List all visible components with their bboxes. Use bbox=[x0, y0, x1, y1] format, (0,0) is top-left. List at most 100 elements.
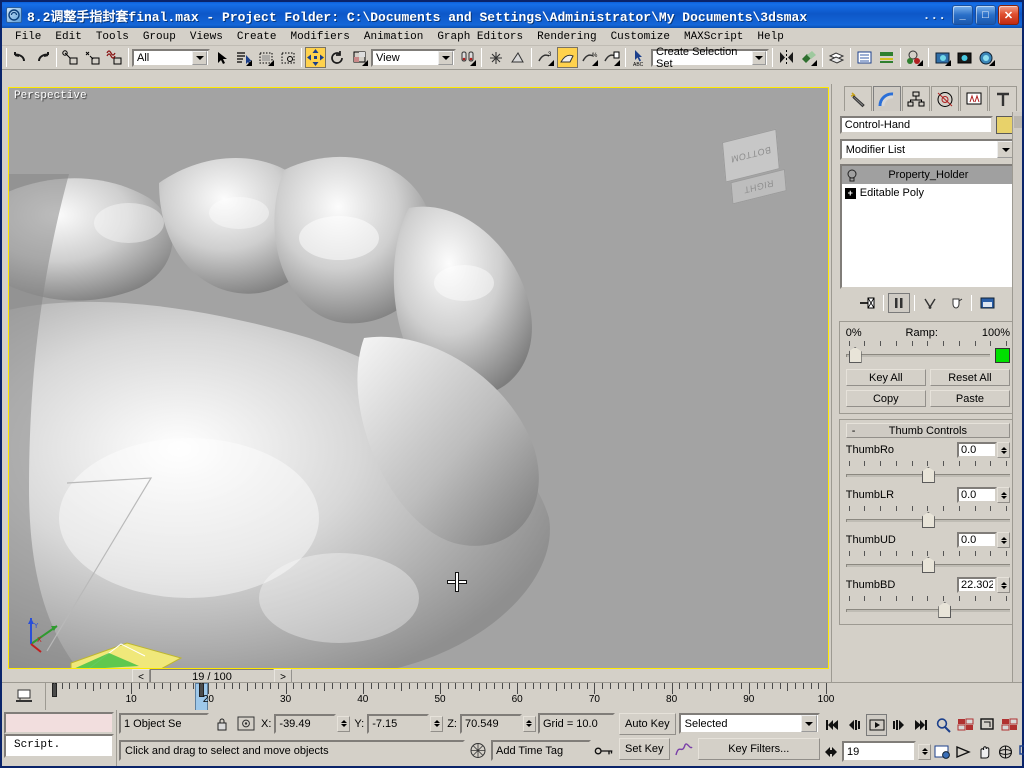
zoom-region-icon[interactable] bbox=[1000, 714, 1020, 736]
unlink-selection-icon[interactable] bbox=[82, 47, 103, 68]
spinner-arrows[interactable] bbox=[997, 577, 1010, 593]
display-tab[interactable] bbox=[959, 86, 988, 111]
parameter-curve-icon[interactable] bbox=[673, 738, 695, 760]
align-icon[interactable] bbox=[798, 47, 819, 68]
stack-item-editable-poly[interactable]: + Editable Poly bbox=[842, 184, 1014, 202]
field-of-view-icon[interactable] bbox=[954, 741, 973, 763]
pan-icon[interactable] bbox=[975, 741, 994, 763]
rectangular-selection-region-icon[interactable] bbox=[255, 47, 276, 68]
selection-filter-combo[interactable]: All bbox=[132, 48, 210, 67]
motion-tab[interactable] bbox=[930, 86, 959, 111]
angle-snap-icon[interactable] bbox=[507, 47, 528, 68]
show-end-result-icon[interactable] bbox=[888, 293, 911, 313]
thumbro-input[interactable] bbox=[957, 442, 997, 458]
listener-output-pane[interactable] bbox=[4, 712, 114, 734]
thumblr-slider-handle[interactable] bbox=[921, 512, 935, 528]
object-name-field[interactable]: Control-Hand bbox=[839, 116, 993, 134]
stack-item-property-holder[interactable]: Property_Holder bbox=[841, 166, 1014, 184]
x-coordinate[interactable]: X: bbox=[259, 713, 351, 734]
mirror-icon[interactable] bbox=[776, 47, 797, 68]
make-unique-icon[interactable] bbox=[919, 293, 941, 313]
named-selection-icon[interactable] bbox=[601, 47, 622, 68]
thumbud-slider-handle[interactable] bbox=[921, 557, 935, 573]
menu-views[interactable]: Views bbox=[183, 30, 230, 44]
menu-customize[interactable]: Customize bbox=[604, 30, 677, 44]
thumblr-spinner[interactable] bbox=[957, 487, 1010, 503]
create-tab[interactable] bbox=[843, 86, 872, 111]
named-selection-set-combo[interactable]: Create Selection Set bbox=[651, 46, 769, 70]
render-scene-icon[interactable] bbox=[932, 47, 953, 68]
arc-rotate-icon[interactable] bbox=[996, 741, 1015, 763]
menu-rendering[interactable]: Rendering bbox=[530, 30, 603, 44]
hierarchy-tab[interactable] bbox=[901, 86, 930, 111]
render-type-icon[interactable] bbox=[954, 47, 975, 68]
chevron-down-icon[interactable] bbox=[438, 50, 453, 65]
minimize-button[interactable]: _ bbox=[952, 5, 973, 25]
percent-snap-icon[interactable]: 3 bbox=[535, 47, 556, 68]
thumbbd-spinner[interactable] bbox=[957, 577, 1010, 593]
menu-modifiers[interactable]: Modifiers bbox=[283, 30, 356, 44]
select-and-link-icon[interactable] bbox=[60, 47, 81, 68]
collapse-icon[interactable]: - bbox=[852, 425, 856, 437]
thumbbd-input[interactable] bbox=[957, 577, 997, 593]
reference-coordinate-combo[interactable]: View bbox=[371, 48, 456, 67]
ramp-slider[interactable] bbox=[845, 347, 990, 363]
thumbro-slider[interactable] bbox=[845, 467, 1010, 483]
menu-file[interactable]: File bbox=[8, 30, 48, 44]
undo-icon[interactable] bbox=[10, 47, 31, 68]
thumbbd-slider[interactable] bbox=[845, 602, 1010, 618]
zoom-icon[interactable] bbox=[933, 714, 953, 736]
track-bar-ruler[interactable]: 10 20 30 40 50 60 70 80 90 100 bbox=[46, 683, 1022, 710]
schematic-view-icon[interactable] bbox=[876, 47, 897, 68]
menu-animation[interactable]: Animation bbox=[357, 30, 430, 44]
menu-tools[interactable]: Tools bbox=[89, 30, 136, 44]
reset-all-button[interactable]: Reset All bbox=[929, 369, 1010, 386]
thumbud-slider[interactable] bbox=[845, 557, 1010, 573]
layer-manager-icon[interactable] bbox=[826, 47, 847, 68]
x-spinner[interactable] bbox=[337, 715, 351, 732]
current-frame-input[interactable] bbox=[842, 741, 916, 762]
curve-editor-icon[interactable] bbox=[854, 47, 875, 68]
absolute-relative-transform-icon[interactable] bbox=[235, 713, 257, 735]
thumbbd-slider-handle[interactable] bbox=[938, 602, 952, 618]
spinner-arrows[interactable] bbox=[430, 715, 444, 732]
spinner-arrows[interactable] bbox=[997, 487, 1010, 503]
ramp-status-swatch[interactable] bbox=[995, 347, 1010, 363]
isolate-selection-icon[interactable] bbox=[467, 740, 489, 762]
light-bulb-icon[interactable] bbox=[845, 168, 859, 182]
menu-graph-editors[interactable]: Graph Editors bbox=[430, 30, 530, 44]
spinner-arrows[interactable] bbox=[918, 743, 931, 760]
chevron-down-icon[interactable] bbox=[192, 50, 207, 65]
quick-render-icon[interactable] bbox=[976, 47, 997, 68]
select-and-rotate-icon[interactable] bbox=[327, 47, 348, 68]
go-to-end-icon[interactable] bbox=[911, 714, 931, 736]
auto-key-button[interactable]: Auto Key bbox=[619, 712, 676, 735]
zoom-extents-icon[interactable] bbox=[978, 714, 998, 736]
menu-group[interactable]: Group bbox=[136, 30, 183, 44]
z-coordinate[interactable]: Z: bbox=[445, 713, 536, 734]
y-spinner[interactable] bbox=[430, 715, 444, 732]
menu-create[interactable]: Create bbox=[230, 30, 284, 44]
scrollbar-thumb[interactable] bbox=[1014, 116, 1022, 128]
play-animation-icon[interactable] bbox=[866, 713, 887, 736]
key-mode-toggle-icon[interactable] bbox=[593, 740, 615, 762]
modifier-stack[interactable]: Property_Holder + Editable Poly bbox=[839, 164, 1016, 289]
select-and-uniform-scale-icon[interactable] bbox=[349, 47, 370, 68]
spinner-arrows[interactable] bbox=[522, 715, 536, 732]
x-input[interactable] bbox=[274, 713, 337, 734]
bind-to-space-warp-icon[interactable] bbox=[104, 47, 125, 68]
menu-edit[interactable]: Edit bbox=[48, 30, 88, 44]
use-pivot-point-center-icon[interactable] bbox=[457, 47, 478, 68]
close-button[interactable]: ✕ bbox=[998, 5, 1019, 25]
menu-maxscript[interactable]: MAXScript bbox=[677, 30, 750, 44]
spinner-arrows[interactable] bbox=[337, 715, 351, 732]
pin-stack-icon[interactable] bbox=[857, 293, 879, 313]
utilities-tab[interactable] bbox=[988, 86, 1017, 111]
modify-tab[interactable] bbox=[872, 86, 901, 111]
chevron-down-icon[interactable] bbox=[801, 715, 817, 732]
go-to-start-icon[interactable] bbox=[822, 714, 842, 736]
chevron-down-icon[interactable] bbox=[751, 50, 766, 65]
maximize-viewport-toggle-icon[interactable] bbox=[1017, 741, 1024, 763]
time-configuration-icon[interactable] bbox=[933, 741, 952, 763]
select-by-name-icon[interactable] bbox=[233, 47, 254, 68]
